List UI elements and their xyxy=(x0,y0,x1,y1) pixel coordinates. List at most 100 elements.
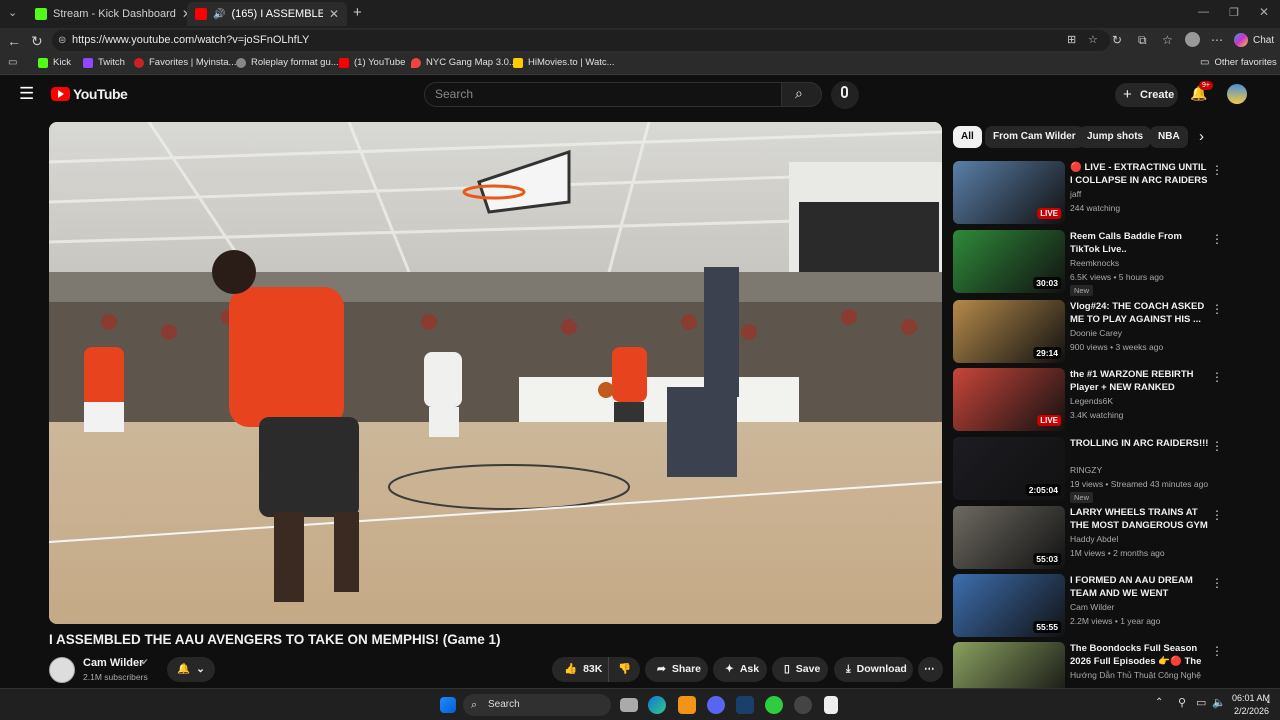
profile-avatar[interactable] xyxy=(1185,32,1200,47)
more-vert-icon[interactable]: ⋮ xyxy=(1211,232,1223,246)
download-button[interactable]: ⤓ Download xyxy=(834,657,913,682)
recommendation-item[interactable]: I FORMED AN AAU DREAM TEAM AND WE WENT I… xyxy=(953,574,1223,638)
recommendation-channel[interactable]: Doonie Carey xyxy=(1070,328,1122,338)
obs-icon[interactable] xyxy=(794,696,812,714)
tray-chevron-icon[interactable]: ⌃ xyxy=(1155,697,1163,708)
app-icon[interactable] xyxy=(678,696,696,714)
create-button[interactable]: + Create xyxy=(1115,83,1178,107)
recommendation-title[interactable]: The Boondocks Full Season 2026 Full Epis… xyxy=(1070,642,1210,668)
recommendation-channel[interactable]: Reemknocks xyxy=(1070,258,1119,268)
other-favorites[interactable]: ▭ Other favorites xyxy=(1200,57,1277,68)
volume-icon[interactable]: 🔈 xyxy=(1212,696,1226,709)
more-vert-icon[interactable]: ⋮ xyxy=(1211,576,1223,590)
apps-icon[interactable]: ⊞ xyxy=(1067,30,1076,51)
more-vert-icon[interactable]: ⋮ xyxy=(1211,439,1223,453)
favorite-roleplay[interactable]: Roleplay format gu... xyxy=(236,57,339,68)
search-button[interactable]: ⌕ xyxy=(781,82,822,107)
steam-icon[interactable] xyxy=(736,696,754,714)
youtube-logo[interactable]: YouTube xyxy=(51,86,128,102)
tab-youtube-video[interactable]: 🔊 (165) I ASSEMBLED THE AAU ✕ xyxy=(187,2,347,26)
refresh-icon[interactable]: ↻ xyxy=(31,33,43,50)
more-vert-icon[interactable]: ⋮ xyxy=(1211,370,1223,384)
search-input[interactable]: Search xyxy=(424,82,782,107)
chip-jump-shots[interactable]: Jump shots xyxy=(1079,126,1152,148)
split-screen-icon[interactable]: ⧉ xyxy=(1138,33,1147,48)
channel-name[interactable]: Cam Wilder xyxy=(83,657,143,669)
favorites-icon[interactable]: ☆ xyxy=(1162,33,1173,47)
menu-icon[interactable]: ☰ xyxy=(19,84,34,104)
recommendation-channel[interactable]: Haddy Abdel xyxy=(1070,534,1118,544)
recommendation-title[interactable]: Vlog#24: THE COACH ASKED ME TO PLAY AGAI… xyxy=(1070,300,1210,326)
more-icon[interactable]: ⋯ xyxy=(1211,33,1223,47)
recommendation-channel[interactable]: Cam Wilder xyxy=(1070,602,1114,612)
subscription-bell-button[interactable]: 🔔 ⌄ xyxy=(167,657,215,682)
favorite-youtube[interactable]: (1) YouTube xyxy=(339,57,405,68)
more-vert-icon[interactable]: ⋮ xyxy=(1211,163,1223,177)
more-actions-button[interactable]: ⋯ xyxy=(918,657,943,682)
more-vert-icon[interactable]: ⋮ xyxy=(1211,508,1223,522)
favorite-myinsta[interactable]: Favorites | Myinsta... xyxy=(134,57,236,68)
chip-nba[interactable]: NBA xyxy=(1150,126,1188,148)
voice-search-button[interactable] xyxy=(831,81,859,109)
edge-icon[interactable] xyxy=(648,696,666,714)
notification-center-icon[interactable]: ◔ xyxy=(1264,697,1271,709)
recommendation-item[interactable]: the #1 WARZONE REBIRTH Player + NEW RANK… xyxy=(953,368,1223,432)
tab-list-chevron-icon[interactable]: ⌄ xyxy=(8,6,17,19)
extensions-icon[interactable]: ↻ xyxy=(1112,33,1122,47)
chip-all[interactable]: All xyxy=(953,126,982,148)
video-player[interactable] xyxy=(49,122,942,624)
star-icon[interactable]: ☆ xyxy=(1088,30,1098,51)
recommendation-title[interactable]: Reem Calls Baddie From TikTok Live.. xyxy=(1070,230,1210,256)
back-icon[interactable]: ← xyxy=(7,33,21,49)
task-view-icon[interactable] xyxy=(620,698,638,712)
recommendation-item[interactable]: LARRY WHEELS TRAINS AT THE MOST DANGEROU… xyxy=(953,506,1223,570)
discord-icon[interactable] xyxy=(707,696,725,714)
favorite-twitch[interactable]: Twitch xyxy=(83,57,125,68)
like-button[interactable]: 👍 83K xyxy=(552,657,608,682)
close-window-icon[interactable]: ✕ xyxy=(1259,5,1269,19)
more-vert-icon[interactable]: ⋮ xyxy=(1211,302,1223,316)
recommendation-item[interactable]: Reem Calls Baddie From TikTok Live.. Reem… xyxy=(953,230,1223,296)
restore-icon[interactable]: ❐ xyxy=(1229,6,1239,19)
dislike-button[interactable]: 👎 xyxy=(608,657,640,682)
notifications-button[interactable]: 🔔 9+ xyxy=(1190,81,1213,103)
recommendation-title[interactable]: I FORMED AN AAU DREAM TEAM AND WE WENT I… xyxy=(1070,574,1210,600)
recommendation-channel[interactable]: jaff xyxy=(1070,189,1081,199)
recommendation-title[interactable]: LARRY WHEELS TRAINS AT THE MOST DANGEROU… xyxy=(1070,506,1210,532)
tray-app-icon[interactable]: ⚲ xyxy=(1178,696,1186,709)
minimize-icon[interactable]: — xyxy=(1198,6,1209,18)
favorite-kick[interactable]: Kick xyxy=(38,57,71,68)
chip-from-cam-wilder[interactable]: From Cam Wilder xyxy=(985,126,1084,148)
url-input[interactable]: ⊜ https://www.youtube.com/watch?v=joSFnO… xyxy=(52,30,1110,51)
chat-label[interactable]: Chat xyxy=(1253,35,1274,46)
tab-kick-dashboard[interactable]: Stream - Kick Dashboard ✕ xyxy=(27,2,187,26)
channel-avatar[interactable] xyxy=(49,657,75,683)
tab-actions-icon[interactable]: ▭ xyxy=(8,57,17,68)
site-info-icon[interactable]: ⊜ xyxy=(58,30,66,51)
recommendation-item[interactable]: 🔴 LIVE - EXTRACTING UNTIL I COLLAPSE IN … xyxy=(953,161,1223,225)
favorite-himovies[interactable]: HiMovies.to | Watc... xyxy=(513,57,615,68)
recommendation-channel[interactable]: Legends6K xyxy=(1070,396,1113,406)
recommendation-item[interactable]: TROLLING IN ARC RAIDERS!!! RINGZY 19 views… xyxy=(953,437,1223,503)
chevron-right-icon[interactable]: › xyxy=(1199,128,1204,145)
notepad-icon[interactable] xyxy=(824,696,838,714)
recommendation-channel[interactable]: Hướng Dẫn Thủ Thuật Công Nghệ xyxy=(1070,670,1201,680)
network-icon[interactable]: ▭ xyxy=(1196,696,1206,709)
recommendation-title[interactable]: 🔴 LIVE - EXTRACTING UNTIL I COLLAPSE IN … xyxy=(1070,161,1210,187)
speaker-icon[interactable]: 🔊 xyxy=(213,9,225,20)
copilot-icon[interactable] xyxy=(1234,33,1248,47)
close-icon[interactable]: ✕ xyxy=(329,7,339,21)
recommendation-title[interactable]: TROLLING IN ARC RAIDERS!!! xyxy=(1070,437,1210,450)
taskbar-search[interactable]: ⌕ Search xyxy=(463,694,611,716)
xbox-icon[interactable] xyxy=(765,696,783,714)
ask-button[interactable]: ✦ Ask xyxy=(713,657,767,682)
windows-start-icon[interactable] xyxy=(440,697,456,713)
share-button[interactable]: ➦ Share xyxy=(645,657,708,682)
recommendation-channel[interactable]: RINGZY xyxy=(1070,465,1102,475)
save-button[interactable]: ▯ Save xyxy=(772,657,828,682)
recommendation-item[interactable]: Vlog#24: THE COACH ASKED ME TO PLAY AGAI… xyxy=(953,300,1223,364)
recommendation-title[interactable]: the #1 WARZONE REBIRTH Player + NEW RANK… xyxy=(1070,368,1210,394)
new-tab-icon[interactable]: + xyxy=(353,4,362,21)
favorite-nyc-gang-map[interactable]: NYC Gang Map 3.0... xyxy=(411,57,517,68)
account-avatar[interactable] xyxy=(1227,84,1247,104)
